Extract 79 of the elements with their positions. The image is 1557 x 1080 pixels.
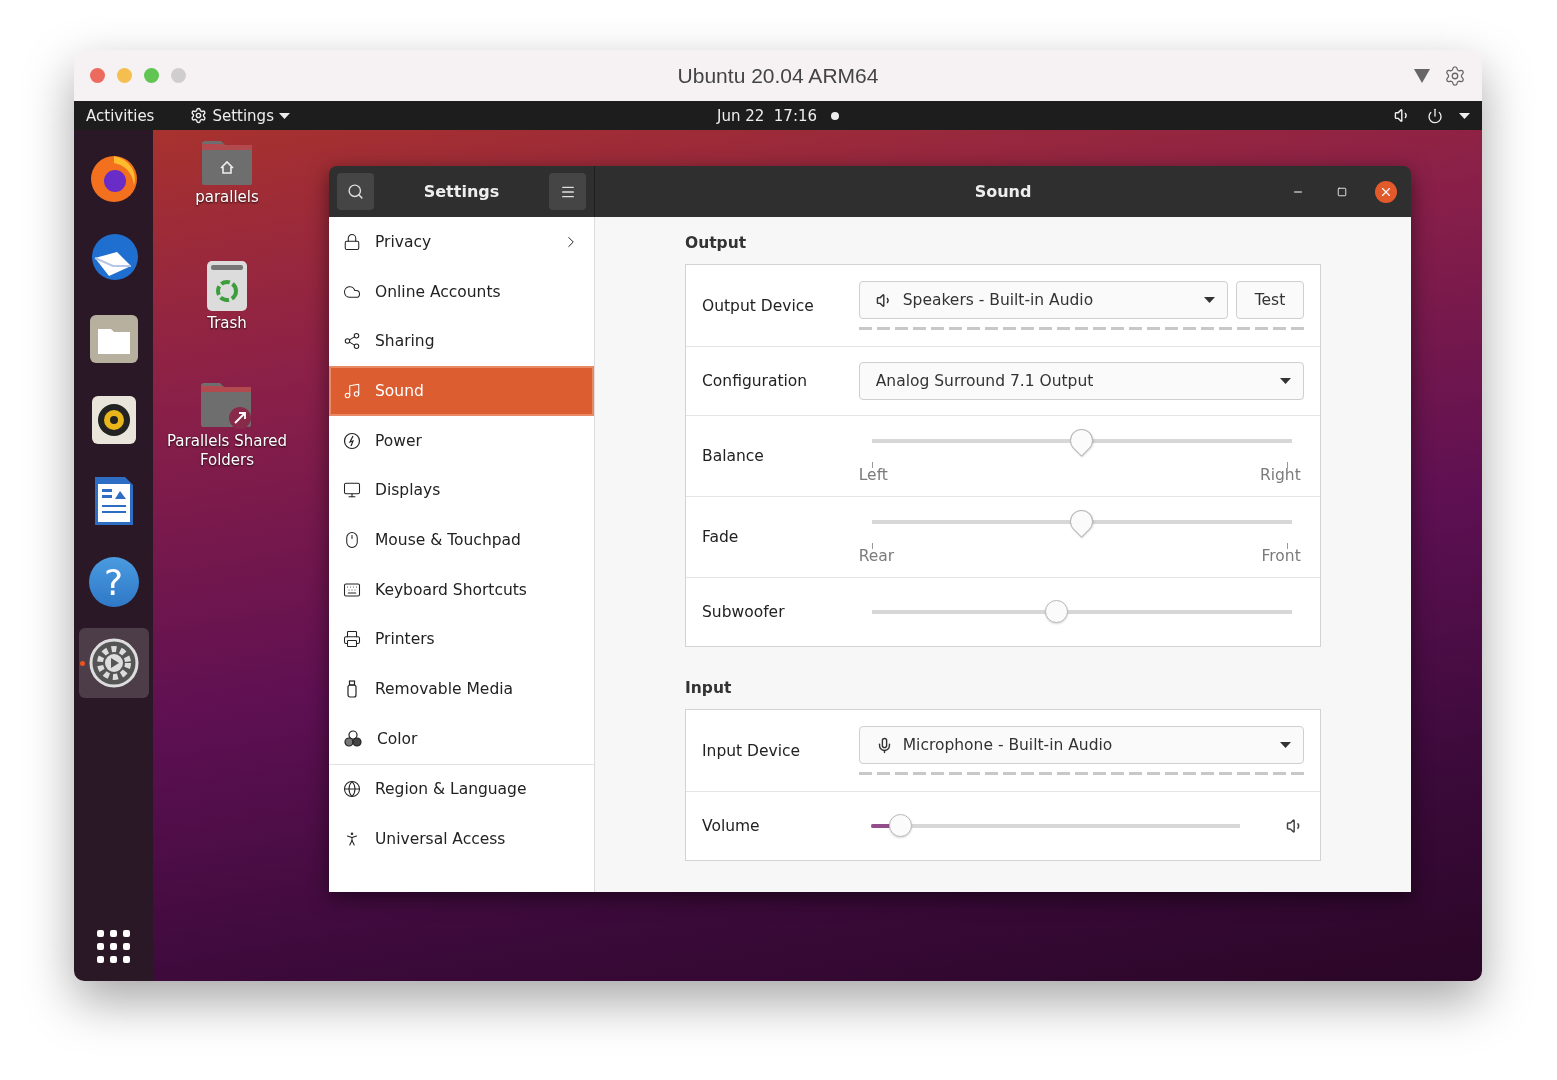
share-icon <box>343 332 361 351</box>
caret-icon <box>278 112 290 119</box>
slider-thumb[interactable] <box>1045 600 1069 623</box>
row-label: Fade <box>702 528 740 546</box>
maximize-icon <box>1337 186 1347 197</box>
globe-icon <box>343 780 361 799</box>
mouse-icon <box>343 530 361 549</box>
sidebar-item[interactable]: Universal Access <box>329 814 594 864</box>
dot-icon <box>831 111 840 120</box>
slider-min-label: Left <box>858 465 888 484</box>
apps-grid-icon[interactable] <box>97 930 130 963</box>
lock-icon <box>343 232 361 251</box>
gear-icon <box>190 107 208 124</box>
app-menu[interactable]: Settings <box>190 106 290 125</box>
speaker-icon[interactable] <box>90 395 137 445</box>
dock-item[interactable] <box>78 628 149 698</box>
page-title: Sound <box>974 182 1032 201</box>
home-folder-icon[interactable] <box>201 140 253 186</box>
section-heading: Output <box>685 234 748 252</box>
help-icon[interactable]: ? <box>88 557 139 607</box>
printer-icon <box>343 630 361 649</box>
slider-thumb[interactable] <box>889 814 913 837</box>
music-note-icon <box>343 381 361 400</box>
search-button[interactable] <box>337 173 374 210</box>
sidebar-item[interactable]: Sound <box>329 366 594 416</box>
running-dot <box>79 661 85 666</box>
slider-min-label: Rear <box>858 546 895 565</box>
row-label: Configuration <box>702 372 809 390</box>
caret-icon <box>1280 378 1291 384</box>
row-label: Subwoofer <box>702 603 786 621</box>
monitor-icon <box>343 481 361 500</box>
window-title: Ubuntu 20.04 ARM64 <box>676 63 880 88</box>
sidebar-item[interactable]: Printers <box>329 614 594 665</box>
activities-label[interactable]: Activities <box>86 106 155 125</box>
sidebar-item[interactable]: Mouse & Touchpad <box>329 515 594 565</box>
triangle-icon[interactable] <box>1414 68 1430 83</box>
power-icon <box>343 431 361 450</box>
sidebar-item[interactable]: Displays <box>329 465 594 516</box>
disabled-light <box>171 68 186 83</box>
keyboard-icon <box>343 580 361 599</box>
desktop-icon-label[interactable]: Parallels Shared Folders <box>165 432 289 470</box>
trash-bin-icon[interactable] <box>206 260 248 312</box>
menu-button[interactable] <box>549 173 586 210</box>
sidebar-item[interactable]: Keyboard Shortcuts <box>329 564 594 615</box>
sidebar-item[interactable]: Removable Media <box>329 664 594 714</box>
slider-max-label: Right <box>1259 465 1301 484</box>
row-label: Output Device <box>702 296 815 315</box>
power-icon[interactable] <box>1427 107 1443 124</box>
row-label: Balance <box>702 447 765 465</box>
folder-icon[interactable] <box>88 314 139 364</box>
sidebar-item[interactable]: Sharing <box>329 316 594 367</box>
sidebar-title: Settings <box>423 182 500 201</box>
caret-icon <box>1204 297 1215 303</box>
dock-item[interactable]: ? <box>78 547 149 617</box>
search-icon <box>347 183 364 200</box>
desktop-icon-label[interactable]: Trash <box>207 314 247 333</box>
close-light[interactable] <box>90 68 105 83</box>
desktop-icon-label[interactable]: parallels <box>195 188 259 207</box>
close-button[interactable] <box>1375 180 1397 203</box>
sidebar-item[interactable]: Region & Language <box>329 764 594 815</box>
settings-icon[interactable] <box>1444 64 1466 87</box>
slider-max-label: Front <box>1261 546 1301 565</box>
test-button[interactable]: Test <box>1236 281 1304 319</box>
sidebar-item[interactable]: Color <box>329 713 594 764</box>
circles-icon <box>343 729 363 748</box>
sidebar-item[interactable]: Online Accounts <box>329 266 594 317</box>
gear-icon[interactable] <box>88 638 139 688</box>
dropdown[interactable]: Analog Surround 7.1 Output <box>858 362 1304 400</box>
sidebar-item[interactable]: Power <box>329 415 594 466</box>
dropdown[interactable]: Microphone - Built-in Audio <box>858 726 1304 764</box>
document-icon[interactable] <box>92 475 135 527</box>
clock[interactable]: Jun 22 17:16 <box>716 106 818 125</box>
row-label: Input Device <box>702 741 802 760</box>
dropdown[interactable]: Speakers - Built-in Audio <box>858 281 1228 319</box>
row-label: Volume <box>702 817 761 835</box>
section-heading: Input <box>685 679 733 697</box>
sidebar-item[interactable]: Privacy <box>329 217 594 267</box>
caret-icon <box>1280 742 1291 748</box>
caret-icon <box>1459 112 1470 119</box>
